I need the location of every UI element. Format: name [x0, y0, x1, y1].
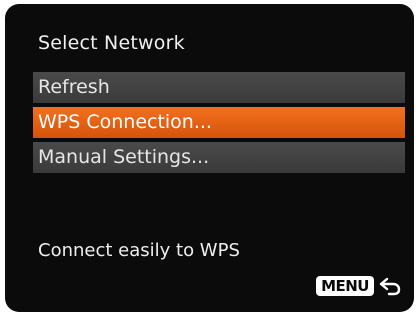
menu-item-refresh[interactable]: Refresh: [33, 72, 405, 103]
network-menu: Refresh WPS Connection... Manual Setting…: [33, 72, 405, 177]
menu-key-label: MENU: [316, 276, 374, 296]
menu-back-button[interactable]: MENU: [316, 276, 402, 296]
menu-item-manual-settings[interactable]: Manual Settings...: [33, 142, 405, 173]
screen-title: Select Network: [38, 32, 185, 54]
menu-item-wps-connection[interactable]: WPS Connection...: [33, 107, 405, 138]
hint-text: Connect easily to WPS: [38, 240, 240, 261]
camera-screen: Select Network Refresh WPS Connection...…: [5, 4, 414, 312]
return-arrow-icon: [378, 276, 402, 296]
